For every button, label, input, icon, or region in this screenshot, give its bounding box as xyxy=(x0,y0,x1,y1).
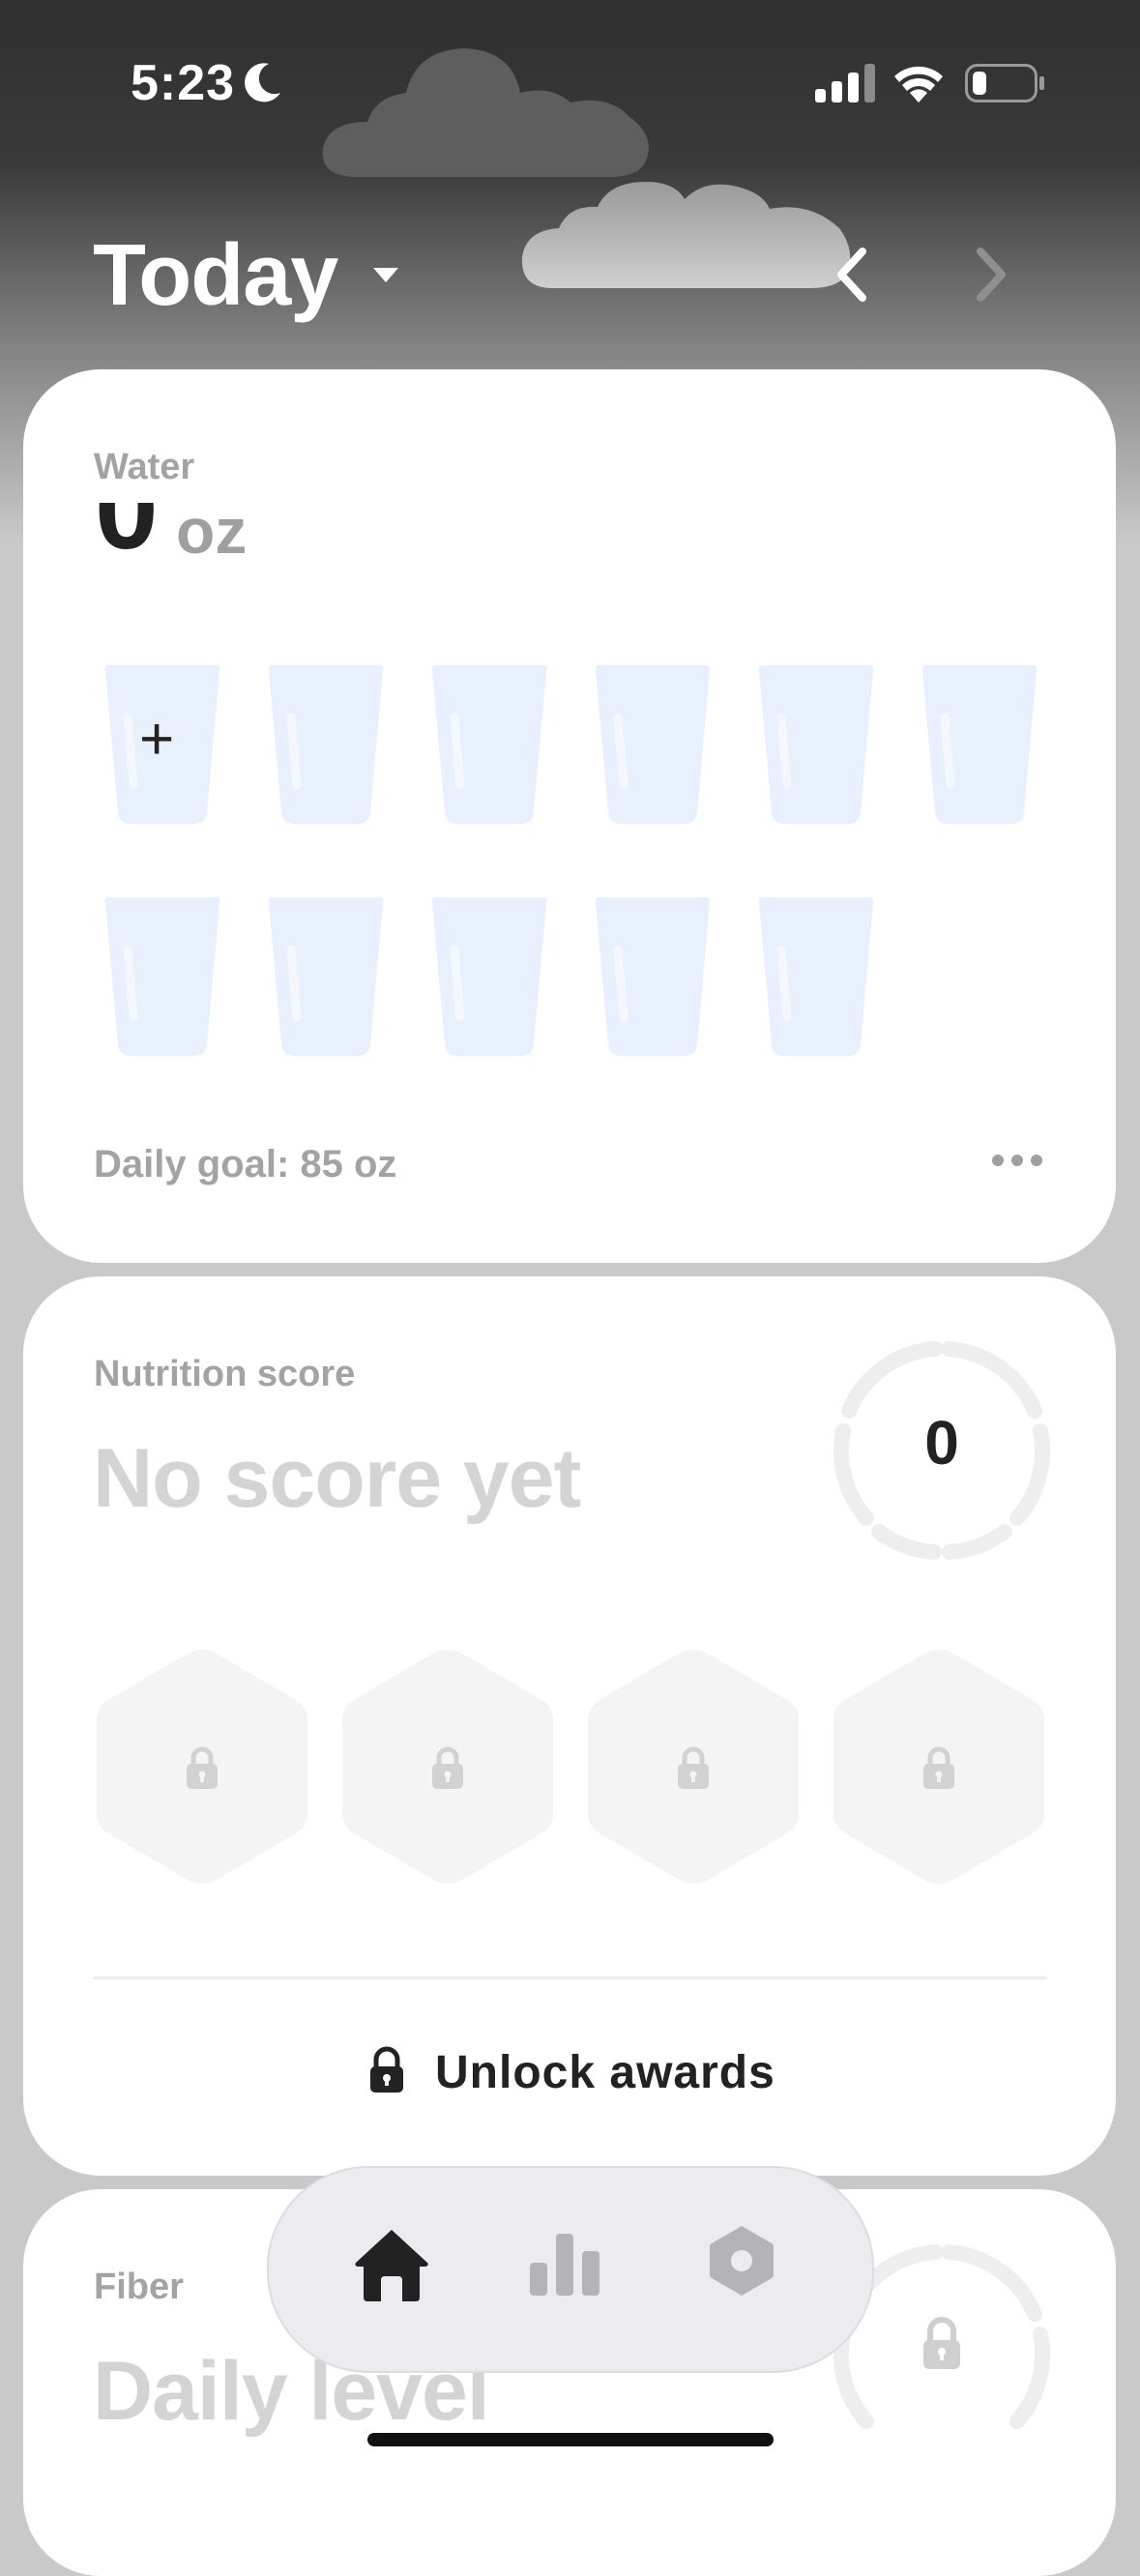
unlock-awards-button[interactable]: Unlock awards xyxy=(23,2040,1116,2118)
locked-award-badge xyxy=(830,1646,1048,1888)
chevron-right-icon[interactable] xyxy=(971,246,1009,304)
water-glass[interactable] xyxy=(104,893,220,1058)
battery-icon xyxy=(965,64,1044,102)
chevron-left-icon[interactable] xyxy=(833,246,872,304)
nutrition-score-card[interactable]: Nutrition score No score yet 0 Unlock aw… xyxy=(23,1276,1116,2176)
wifi-icon xyxy=(894,66,943,102)
water-glass[interactable] xyxy=(595,661,711,826)
date-selector[interactable]: Today xyxy=(93,226,338,326)
water-glass[interactable]: + xyxy=(104,661,220,826)
date-header: Today xyxy=(0,213,1140,348)
home-icon[interactable] xyxy=(352,2226,431,2303)
fiber-label: Fiber xyxy=(94,2267,184,2307)
water-unit: oz xyxy=(176,503,248,567)
cellular-signal-icon xyxy=(815,64,875,102)
locked-award-badge xyxy=(338,1646,557,1888)
water-glass[interactable] xyxy=(921,661,1038,826)
water-value: 0 xyxy=(95,503,159,573)
ellipsis-icon[interactable] xyxy=(990,1153,1044,1168)
water-glass[interactable] xyxy=(431,893,547,1058)
daily-goal-text: Daily goal: 85 oz xyxy=(94,1143,397,1186)
lock-icon xyxy=(923,2317,960,2369)
settings-icon[interactable] xyxy=(708,2224,775,2298)
divider xyxy=(93,1976,1046,1979)
nutrition-label: Nutrition score xyxy=(94,1354,356,1394)
nutrition-status: No score yet xyxy=(93,1432,581,1525)
water-glass[interactable] xyxy=(758,661,874,826)
water-amount: 0 oz xyxy=(23,503,1116,580)
status-bar: 5:23 xyxy=(0,0,1140,164)
caret-down-icon[interactable] xyxy=(371,265,400,284)
score-value: 0 xyxy=(924,1408,959,1478)
unlock-awards-label: Unlock awards xyxy=(435,2047,775,2098)
water-glass[interactable] xyxy=(758,893,874,1058)
water-glass[interactable] xyxy=(595,893,711,1058)
water-label: Water xyxy=(94,447,195,487)
water-card[interactable]: Water 0 oz + Daily goal: 85 oz xyxy=(23,369,1116,1263)
water-glass[interactable] xyxy=(431,661,547,826)
lock-icon xyxy=(370,2046,403,2093)
add-water-icon[interactable]: + xyxy=(139,710,174,770)
water-glass[interactable] xyxy=(268,893,384,1058)
water-glass[interactable] xyxy=(268,661,384,826)
stats-icon[interactable] xyxy=(528,2230,601,2298)
status-time: 5:23 xyxy=(131,55,236,111)
moon-icon xyxy=(245,63,280,102)
locked-award-badge xyxy=(584,1646,803,1888)
locked-award-badge xyxy=(93,1646,311,1888)
tab-bar xyxy=(267,2166,874,2373)
home-indicator xyxy=(367,2433,774,2446)
